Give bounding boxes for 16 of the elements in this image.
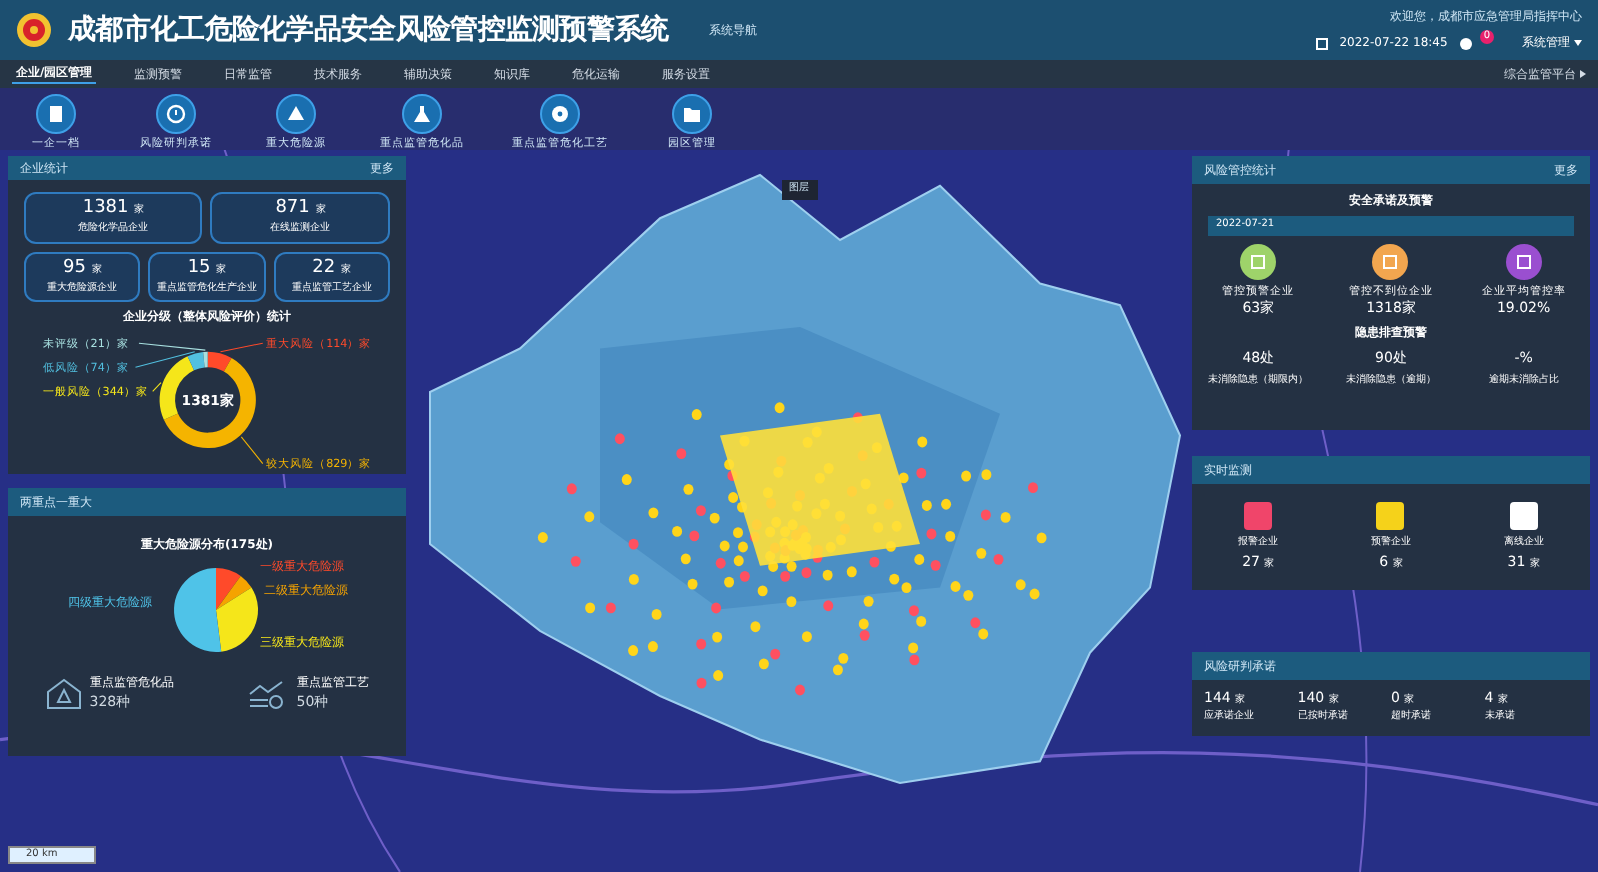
- leader-line: [240, 436, 264, 465]
- chevron-icon: [1580, 70, 1586, 78]
- app-title: 成都市化工危险化学品安全风险管控监测预警系统: [68, 11, 669, 49]
- trend-chart-icon: [248, 677, 289, 710]
- fullscreen-icon[interactable]: [1315, 37, 1328, 49]
- leader-line: [220, 342, 264, 353]
- warning-house-icon: [45, 677, 82, 710]
- file-icon: [36, 94, 76, 134]
- caret-icon: [1574, 40, 1582, 46]
- clock-icon: [156, 94, 196, 134]
- flask-icon: [402, 94, 442, 134]
- bell-icon[interactable]: [1459, 37, 1472, 49]
- leader-line: [152, 382, 162, 392]
- folder-icon: [672, 94, 712, 134]
- warning-icon: [276, 94, 316, 134]
- emblem-icon: [16, 12, 52, 48]
